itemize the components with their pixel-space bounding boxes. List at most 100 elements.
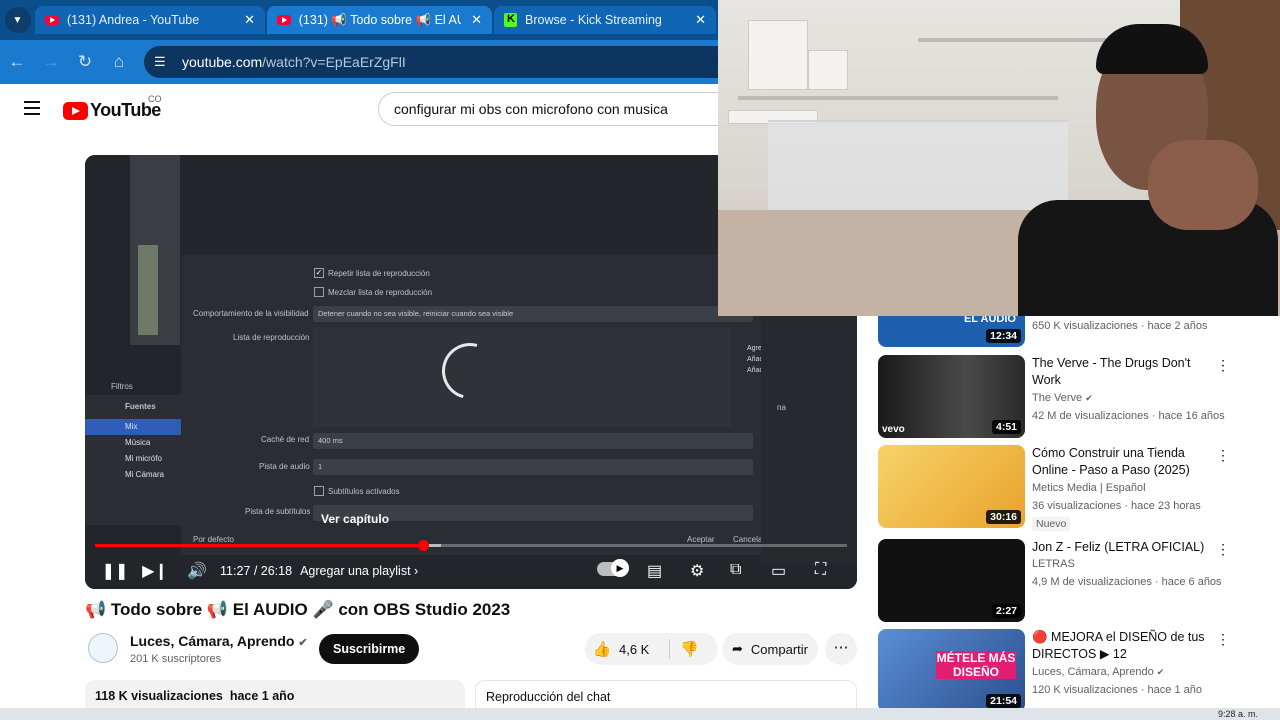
channel-name[interactable]: LETRAS [1032, 558, 1075, 570]
close-icon[interactable]: ✕ [471, 12, 482, 28]
more-actions-button[interactable]: ⋯ [825, 633, 857, 665]
obs-shuffle-label: Mezclar lista de reproducción [328, 288, 433, 297]
box [808, 50, 848, 90]
duration-badge: 21:54 [986, 694, 1021, 708]
obs-source-item: Mi Cámara [125, 470, 165, 479]
pause-icon[interactable]: ❚❚ [98, 561, 132, 581]
country-code: CO [148, 94, 162, 104]
video-title[interactable]: 🔴 MEJORA el DISEÑO de tus DIRECTOS ▶ 12 … [1032, 629, 1212, 663]
add-playlist-button[interactable]: Agregar una playlist › [300, 564, 418, 578]
obs-right-panel: na [761, 315, 857, 565]
video-title[interactable]: The Verve - The Drugs Don't Work [1032, 355, 1212, 389]
obs-subtitle-track-label: Pista de subtítulos [245, 507, 311, 516]
channel-name[interactable]: Luces, Cámara, Aprendo ✔ [130, 633, 308, 649]
recommendation-item[interactable]: vevo 4:51 The Verve - The Drugs Don't Wo… [878, 355, 1258, 438]
chapter-label[interactable]: Ver capítulo [321, 512, 389, 526]
obs-right-label: na [777, 403, 786, 412]
youtube-logo[interactable]: YouTube CO [63, 94, 162, 121]
recommendation-item[interactable]: 30:16 Cómo Construir una Tienda Online -… [878, 445, 1258, 531]
volume-icon[interactable]: 🔊 [180, 561, 214, 581]
share-button[interactable]: ➦ Compartir [722, 633, 818, 665]
duration-badge: 30:16 [986, 510, 1021, 524]
video-meta: 650 K visualizaciones · hace 2 años [1032, 320, 1208, 332]
obs-audio-track-field: 1 [313, 459, 753, 475]
site-info-icon[interactable]: ☰ [154, 54, 172, 70]
screen: ▼ (131) Andrea - YouTube ✕ (131) 📢 Todo … [0, 0, 1280, 720]
autoplay-toggle[interactable] [597, 559, 629, 577]
youtube-icon [45, 15, 59, 25]
video-thumbnail[interactable]: MÉTELE MÁS DISEÑO 21:54 [878, 629, 1025, 708]
obs-playlist-label: Lista de reproducción [233, 333, 310, 342]
subtitles-icon[interactable]: ▤ [647, 561, 662, 581]
new-badge: Nuevo [1032, 517, 1071, 531]
miniplayer-icon[interactable]: ⧉ [730, 561, 741, 579]
channel-name[interactable]: Metics Media | Español [1032, 482, 1146, 494]
next-icon[interactable]: ▶❙ [138, 561, 172, 581]
obs-playlist-box [313, 327, 731, 427]
channel-name-text: Luces, Cámara, Aprendo [1032, 666, 1154, 678]
played-bar [95, 544, 423, 547]
thumbs-down-icon[interactable]: 👎 [680, 640, 699, 658]
gear-icon[interactable]: ⚙ [690, 561, 704, 581]
thumbnail-text: vevo [882, 424, 905, 435]
subscribe-button[interactable]: Suscribirme [319, 634, 420, 664]
browser-tab-andrea[interactable]: (131) Andrea - YouTube ✕ [35, 6, 265, 34]
verified-icon: ✔ [298, 637, 308, 649]
progress-bar[interactable] [95, 540, 847, 551]
video-title[interactable]: Cómo Construir una Tienda Online - Paso … [1032, 445, 1212, 479]
obs-source-item: Mix [85, 419, 181, 435]
recommendation-item[interactable]: 2:27 Jon Z - Feliz (LETRA OFICIAL) LETRA… [878, 539, 1258, 622]
more-icon[interactable]: ⋮ [1216, 631, 1230, 648]
chevron-down-icon: ▼ [4, 7, 31, 33]
recommendation-item[interactable]: MÉTELE MÁS DISEÑO 21:54 🔴 MEJORA el DISE… [878, 629, 1258, 708]
video-title: 📢 Todo sobre 📢 El AUDIO 🎤 con OBS Studio… [85, 600, 511, 619]
menu-icon[interactable] [24, 101, 40, 119]
thumbs-up-icon[interactable]: 👍 [585, 640, 619, 658]
obs-preview-strip [130, 155, 180, 345]
obs-source-item: Música [125, 438, 151, 447]
video-title[interactable]: Jon Z - Feliz (LETRA OFICIAL) [1032, 539, 1212, 556]
video-thumbnail[interactable]: 30:16 [878, 445, 1025, 528]
subscriber-count: 201 K suscriptores [130, 653, 222, 665]
close-icon[interactable]: ✕ [244, 12, 255, 28]
home-icon[interactable]: ⌂ [102, 52, 136, 72]
video-meta: 36 visualizaciones · hace 23 horas [1032, 500, 1201, 512]
search-input[interactable]: configurar mi obs con microfono con musi… [378, 92, 738, 126]
video-meta: 4,9 M de visualizaciones · hace 6 años [1032, 576, 1222, 588]
tab-title: (131) 📢 Todo sobre 📢 El AUD [298, 12, 462, 27]
close-icon[interactable]: ✕ [695, 12, 706, 28]
obs-defaults-label: Por defecto [193, 535, 234, 544]
youtube-header: YouTube CO configurar mi obs con microfo… [0, 84, 738, 134]
share-icon: ➦ [732, 641, 743, 656]
back-icon[interactable]: ← [0, 52, 34, 72]
scrubber-handle[interactable] [417, 540, 429, 551]
reload-icon[interactable]: ↻ [68, 52, 102, 72]
tab-search-button[interactable]: ▼ [0, 0, 35, 40]
thumbnail-text: MÉTELE MÁS DISEÑO [936, 651, 1016, 679]
view-count: 118 K visualizaciones [95, 689, 223, 703]
channel-name[interactable]: The Verve ✔ [1032, 392, 1093, 404]
more-icon[interactable]: ⋮ [1216, 541, 1230, 558]
video-thumbnail[interactable]: 2:27 [878, 539, 1025, 622]
video-thumbnail[interactable]: vevo 4:51 [878, 355, 1025, 438]
duration-badge: 2:27 [991, 604, 1021, 618]
obs-cache-field: 400 ms [313, 433, 753, 449]
theater-mode-icon[interactable]: ▭ [771, 561, 786, 581]
channel-avatar[interactable] [88, 633, 118, 663]
address-bar[interactable]: ☰ youtube.com/watch?v=EpEaErZgFlI [144, 46, 718, 78]
channel-name-text: The Verve [1032, 392, 1083, 404]
forward-icon[interactable]: → [34, 52, 68, 72]
obs-subtitles-label: Subtítulos activados [328, 487, 400, 496]
duration-badge: 12:34 [986, 329, 1021, 343]
more-icon[interactable]: ⋮ [1216, 357, 1230, 374]
browser-tab-audio[interactable]: (131) 📢 Todo sobre 📢 El AUD ✕ [267, 6, 492, 34]
obs-source-item: Mi micrófo [125, 454, 162, 463]
obs-dialog-header [181, 155, 761, 255]
like-count[interactable]: 4,6 K [619, 642, 669, 657]
browser-tab-kick[interactable]: Browse - Kick Streaming ✕ [494, 6, 716, 34]
channel-name[interactable]: Luces, Cámara, Aprendo ✔ [1032, 666, 1164, 678]
fullscreen-icon[interactable]: ⛶ [815, 561, 826, 579]
obs-audio-track-label: Pista de audio [259, 462, 310, 471]
more-icon[interactable]: ⋮ [1216, 447, 1230, 464]
share-label: Compartir [750, 641, 808, 657]
